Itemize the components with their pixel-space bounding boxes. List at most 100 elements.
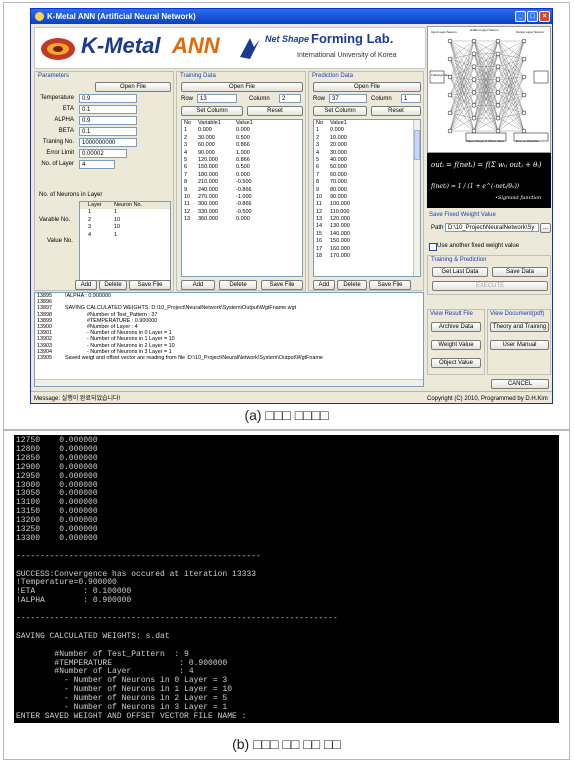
close-button[interactable]: × [539,11,550,22]
prediction-row[interactable]: 18 170.000 [314,253,420,260]
prediction-row[interactable]: 12 110.000 [314,209,420,216]
param-field[interactable]: 1000000000 [79,138,137,147]
archive-data-button[interactable]: Archive Data [431,322,481,332]
training-grid[interactable]: No Variable1 Value1 1 0.000 0.000 2 30.000 0.… [181,119,303,277]
training-row-field[interactable]: 13 [197,94,237,103]
maximize-button[interactable]: □ [527,11,538,22]
training-row[interactable]: 11 300.000 -0.866 [182,201,302,208]
training-row[interactable]: 12 330.000 -0.500 [182,209,302,216]
param-field[interactable]: 0.9 [79,94,137,103]
parameters-add-button[interactable]: Add [75,280,97,290]
training-set-column-button[interactable]: Set Column [181,106,243,116]
training-reset-button[interactable]: Reset [247,106,303,116]
prediction-add-button[interactable]: Add [313,280,335,290]
object-value-button[interactable]: Object Value [431,358,481,368]
prediction-row[interactable]: 10 90.000 [314,194,420,201]
browse-button[interactable]: ... [540,223,551,233]
training-row[interactable]: 4 90.000 1.000 [182,150,302,157]
prediction-row[interactable]: 9 80.000 [314,187,420,194]
training-column-field[interactable]: 2 [279,94,301,103]
training-row[interactable]: 5 120.000 0.866 [182,157,302,164]
training-row[interactable]: 9 240.000 -0.866 [182,187,302,194]
training-cell-value: -0.866 [236,201,252,208]
training-cell-no: 2 [184,134,188,141]
prediction-save-button[interactable]: Save File [369,280,411,290]
param-field[interactable]: 4 [79,160,115,169]
training-row[interactable]: 1 0.000 0.000 [182,127,302,134]
prediction-row-field[interactable]: 37 [329,94,367,103]
param-field[interactable]: 0.00002 [79,149,127,158]
training-row[interactable]: 6 150.000 0.500 [182,164,302,171]
prediction-row[interactable]: 15 140.000 [314,231,420,238]
prediction-row[interactable]: 17 160.000 [314,246,420,253]
prediction-cell-value: 70.000 [330,179,347,186]
training-row[interactable]: 10 270.000 -1.000 [182,194,302,201]
prediction-row[interactable]: 6 50.000 [314,164,420,171]
theory-training-button[interactable]: Theory and Training [490,322,549,332]
prediction-column-field[interactable]: 1 [401,94,421,103]
prediction-set-column-button[interactable]: Set Column [313,106,367,116]
console-line: #TEMPERATURE : 0.900000 [16,658,228,668]
layer-row[interactable]: 41 [80,232,170,239]
prediction-row[interactable]: 11 100.000 [314,201,420,208]
console-window[interactable]: 12750 0.000000 12800 0.000000 12850 0.0000… [14,435,559,723]
prediction-scrollbar[interactable] [413,120,420,276]
log-line-text: Saved weigt and offset vector are readin… [65,354,323,361]
training-delete-button[interactable]: Delete [219,280,257,290]
layer-row[interactable]: 11 [80,209,170,216]
training-row[interactable]: 8 210.000 -0.500 [182,179,302,186]
prediction-row[interactable]: 14 130.000 [314,223,420,230]
training-row[interactable]: 2 30.000 0.500 [182,135,302,142]
parameters-delete-button[interactable]: Delete [99,280,127,290]
param-field[interactable]: 0.9 [79,116,137,125]
prediction-cell-value: 150.000 [330,238,350,245]
prediction-row[interactable]: 3 20.000 [314,142,420,149]
neuron-cell: 10 [114,224,121,231]
log-output[interactable]: 13895 !ALPHA : 0.900000 13896 13897 SAVING C… [34,292,424,387]
get-last-data-button[interactable]: Get Last Data [432,267,488,277]
save-data-button[interactable]: Save Data [492,267,548,277]
prediction-row[interactable]: 4 30.000 [314,150,420,157]
log-hscrollbar[interactable] [35,379,423,386]
layer-row[interactable]: 2 10 [80,217,170,224]
prediction-grid[interactable]: No Value1 1 0.000 2 10.000 3 20.000 4 30.000 5 40… [313,119,421,277]
prediction-reset-button[interactable]: Reset [371,106,421,116]
training-col-variable: Variable1 [198,120,221,126]
parameters-save-button[interactable]: Save File [129,280,171,290]
training-row[interactable]: 7 180.000 0.000 [182,172,302,179]
execute-button[interactable]: EXECUTE [432,281,548,291]
training-cell-variable: 240.000 [198,186,218,193]
prediction-cell-no: 6 [316,164,320,171]
console-line: 12800 0.000000 [16,444,98,454]
param-field[interactable]: 0.1 [79,127,137,136]
connection-line [449,92,475,114]
prediction-open-file-button[interactable]: Open File [313,82,421,92]
training-save-button[interactable]: Save File [261,280,303,290]
variable-no-label: Varable No. [39,217,71,223]
prediction-delete-button[interactable]: Delete [337,280,367,290]
prediction-cell-value: 100.000 [330,201,350,208]
training-row[interactable]: 13 360.000 0.000 [182,216,302,223]
prediction-row[interactable]: 8 70.000 [314,179,420,186]
path-field[interactable]: D:\10_Project\NeuralNetwork\Sy [445,223,539,232]
cancel-button[interactable]: CANCEL [491,379,549,389]
prediction-row[interactable]: 2 10.000 [314,135,420,142]
user-manual-button[interactable]: User Manual [490,340,549,350]
minimize-button[interactable]: _ [515,11,526,22]
training-add-button[interactable]: Add [181,280,215,290]
weight-value-button[interactable]: Weight Value [431,340,481,350]
training-row[interactable]: 3 60.000 0.866 [182,142,302,149]
prediction-row[interactable]: 5 40.000 [314,157,420,164]
prediction-row[interactable]: 16 150.000 [314,238,420,245]
prediction-row[interactable]: 1 0.000 [314,127,420,134]
save-fixed-header: Save Fixed Weight Value [429,212,496,218]
layer-row[interactable]: 3 10 [80,224,170,231]
use-another-checkbox[interactable] [429,243,437,251]
prediction-row[interactable]: 7 60.000 [314,172,420,179]
layer-grid[interactable]: Layer Neuron No. 1 1 2 10 3 10 4 1 [79,201,171,281]
param-field[interactable]: 0.1 [79,105,137,114]
parameters-open-file-button[interactable]: Open File [95,82,171,92]
prediction-row[interactable]: 13 120.000 [314,216,420,223]
view-doc-panel: View Document(pdf) Theory and Training U… [487,309,551,375]
training-open-file-button[interactable]: Open File [181,82,303,92]
